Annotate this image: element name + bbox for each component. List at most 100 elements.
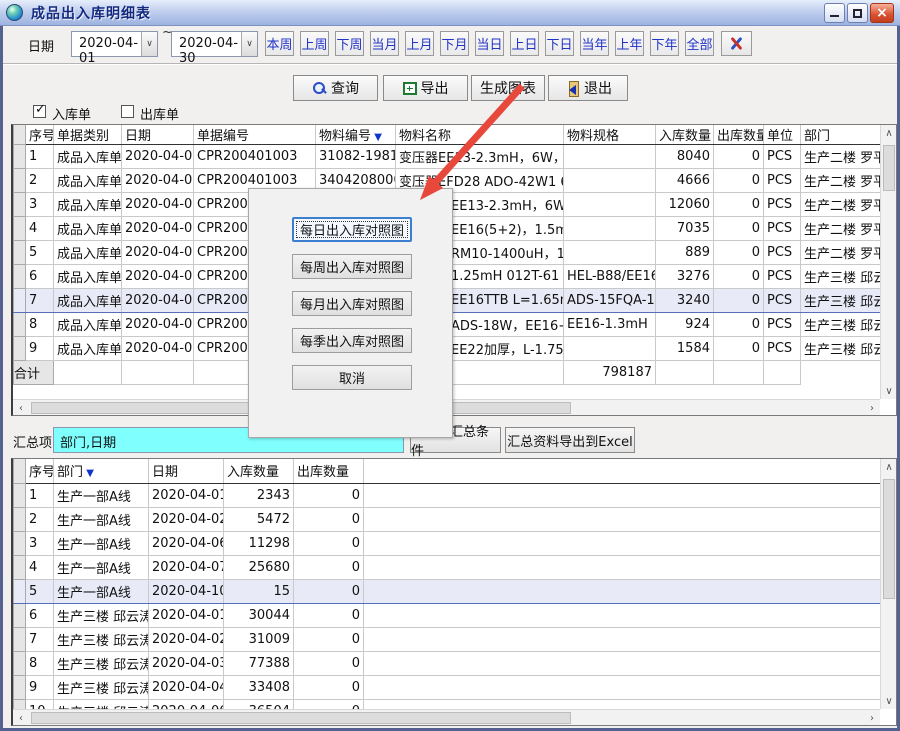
app-globe-icon: [6, 4, 23, 21]
maximize-button[interactable]: [847, 3, 868, 23]
summary-vscroll-thumb[interactable]: [883, 479, 895, 599]
quick-range-prev-day[interactable]: 上日: [510, 31, 539, 56]
weekly-chart-button[interactable]: 每周出入库对照图: [292, 254, 412, 279]
quick-range-this-month[interactable]: 当月: [370, 31, 399, 56]
app-window: 成品出入库明细表 × 日期 2020-04-01 ∨ ~ 2020-04-30 …: [0, 0, 900, 731]
column-header[interactable]: [364, 459, 881, 483]
quick-range-this-week[interactable]: 本周: [265, 31, 294, 56]
detail-row-1[interactable]: 1成品入库单2020-04-01CPR20040100331082-198126…: [14, 145, 881, 169]
exit-button-label: 退出: [584, 78, 612, 98]
scroll-right-icon[interactable]: ›: [864, 710, 880, 726]
quick-range-next-day[interactable]: 下日: [545, 31, 574, 56]
summary-export-excel-button[interactable]: 汇总资料导出到Excel: [505, 427, 635, 453]
summary-row-7[interactable]: 7生产三楼 邱云涛2020-04-02310090: [14, 627, 881, 651]
summary-row-2[interactable]: 2生产一部A线2020-04-0254720: [14, 507, 881, 531]
close-button[interactable]: ×: [870, 3, 894, 23]
date-from-value: 2020-04-01: [72, 32, 141, 56]
chart-type-dialog: 每日出入库对照图每周出入库对照图每月出入库对照图每季出入库对照图取消: [248, 188, 453, 438]
daily-chart-button[interactable]: 每日出入库对照图: [292, 217, 412, 242]
summary-row-3[interactable]: 3生产一部A线2020-04-06112980: [14, 531, 881, 555]
quick-range-last-month[interactable]: 上月: [405, 31, 434, 56]
column-header[interactable]: 出库数量: [714, 125, 764, 145]
summary-row-6[interactable]: 6生产三楼 邱云涛2020-04-01300440: [14, 603, 881, 627]
column-header[interactable]: 出库数量: [294, 459, 364, 483]
make-chart-button[interactable]: 生成图表: [471, 75, 545, 101]
detail-vscrollbar[interactable]: ∧ ∨: [880, 125, 896, 399]
scroll-right-icon[interactable]: ›: [864, 400, 880, 416]
quick-range-next-year[interactable]: 下年: [650, 31, 679, 56]
outbound-checkbox[interactable]: [121, 105, 134, 118]
quarterly-chart-button[interactable]: 每季出入库对照图: [292, 328, 412, 353]
summary-fields-label: 汇总项: [13, 432, 52, 451]
quick-range-last-week[interactable]: 上周: [300, 31, 329, 56]
column-header[interactable]: 日期: [149, 459, 224, 483]
column-header[interactable]: 单据类别: [54, 125, 122, 145]
column-header[interactable]: 物料编号 ▼: [316, 125, 396, 145]
scroll-up-icon[interactable]: ∧: [881, 125, 897, 141]
maximize-icon: [853, 9, 862, 18]
column-header[interactable]: 入库数量: [656, 125, 714, 145]
date-from-select[interactable]: 2020-04-01 ∨: [71, 31, 158, 57]
summary-hscroll-thumb[interactable]: [31, 712, 571, 724]
query-button[interactable]: 查询: [293, 75, 378, 101]
scroll-down-icon[interactable]: ∨: [881, 383, 897, 399]
scroll-left-icon[interactable]: ‹: [13, 400, 29, 416]
column-header[interactable]: 单位: [764, 125, 801, 145]
summary-row-10[interactable]: 10生产三楼 邱云涛2020-04-06365040: [14, 699, 881, 709]
monthly-chart-button[interactable]: 每月出入库对照图: [292, 291, 412, 316]
column-header[interactable]: 物料名称: [396, 125, 564, 145]
sort-desc-icon: ▼: [371, 132, 382, 143]
column-header[interactable]: 单据编号: [194, 125, 316, 145]
tools-button[interactable]: [721, 31, 752, 56]
chevron-down-icon[interactable]: ∨: [141, 32, 157, 56]
export-button-label: 导出: [421, 78, 449, 98]
summary-row-4[interactable]: 4生产一部A线2020-04-07256800: [14, 555, 881, 579]
quick-range-today[interactable]: 当日: [475, 31, 504, 56]
scroll-down-icon[interactable]: ∨: [881, 693, 897, 709]
summary-row-8[interactable]: 8生产三楼 邱云涛2020-04-03773880: [14, 651, 881, 675]
column-header[interactable]: 物料规格: [564, 125, 656, 145]
scroll-up-icon[interactable]: ∧: [881, 459, 897, 475]
sort-desc-icon: ▼: [83, 468, 94, 479]
column-header[interactable]: 部门 ▼: [54, 459, 149, 483]
window-title: 成品出入库明细表: [31, 3, 151, 23]
summary-export-excel-label: 汇总资料导出到Excel: [507, 431, 632, 450]
inbound-checkbox[interactable]: ✓: [33, 105, 46, 118]
query-button-label: 查询: [331, 78, 359, 98]
search-icon: [312, 81, 327, 96]
date-to-select[interactable]: 2020-04-30 ∨: [171, 31, 258, 57]
detail-vscroll-thumb[interactable]: [883, 145, 895, 191]
quick-range-next-month[interactable]: 下月: [440, 31, 469, 56]
column-header[interactable]: 入库数量: [224, 459, 294, 483]
column-header[interactable]: 序号: [26, 125, 54, 145]
summary-row-1[interactable]: 1生产一部A线2020-04-0123430: [14, 483, 881, 507]
quick-range-next-week[interactable]: 下周: [335, 31, 364, 56]
outbound-checkbox-label[interactable]: 出库单: [140, 104, 179, 123]
column-header[interactable]: 部门: [801, 125, 881, 145]
summary-vscrollbar[interactable]: ∧ ∨: [880, 459, 896, 709]
scroll-left-icon[interactable]: ‹: [13, 710, 29, 726]
export-button[interactable]: 导出: [383, 75, 468, 101]
cancel-button[interactable]: 取消: [292, 365, 412, 390]
minimize-icon: [830, 9, 839, 17]
quick-range-bar: 本周上周下周当月上月下月当日上日下日当年上年下年全部: [265, 31, 714, 56]
summary-row-5[interactable]: 5生产一部A线2020-04-10150: [14, 579, 881, 603]
column-header[interactable]: 日期: [122, 125, 194, 145]
chevron-down-icon[interactable]: ∨: [241, 32, 257, 56]
inbound-checkbox-label[interactable]: 入库单: [52, 104, 91, 123]
minimize-button[interactable]: [824, 3, 845, 23]
exit-button[interactable]: 退出: [548, 75, 628, 101]
column-header[interactable]: 序号: [26, 459, 54, 483]
summary-grid: 序号部门 ▼日期入库数量出库数量1生产一部A线2020-04-01234302生…: [11, 458, 897, 726]
quick-range-all[interactable]: 全部: [685, 31, 714, 56]
quick-range-this-year[interactable]: 当年: [580, 31, 609, 56]
tools-icon: [729, 36, 744, 51]
summary-hscrollbar[interactable]: ‹ ›: [13, 709, 880, 725]
doc-type-filter: ✓ 入库单 出库单: [3, 103, 403, 123]
titlebar: 成品出入库明细表 ×: [0, 0, 900, 26]
close-icon: ×: [876, 5, 888, 21]
summary-table: 序号部门 ▼日期入库数量出库数量1生产一部A线2020-04-01234302生…: [13, 459, 880, 709]
summary-row-9[interactable]: 9生产三楼 邱云涛2020-04-04334080: [14, 675, 881, 699]
date-to-value: 2020-04-30: [172, 32, 241, 56]
quick-range-last-year[interactable]: 上年: [615, 31, 644, 56]
